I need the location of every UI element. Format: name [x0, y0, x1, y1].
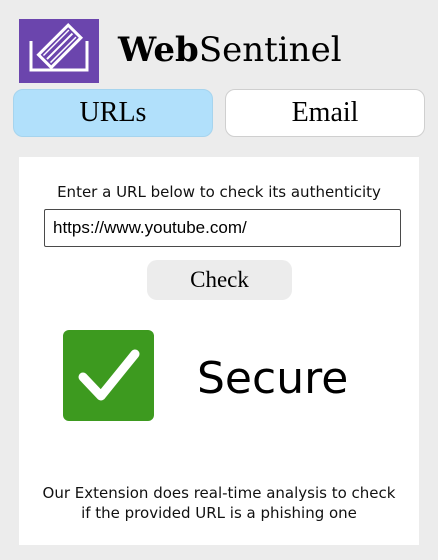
app-logo	[19, 19, 99, 83]
footer-note: Our Extension does real-time analysis to…	[19, 483, 419, 523]
brand-bold: Web	[118, 30, 199, 70]
check-button[interactable]: Check	[147, 260, 292, 300]
footer-line-2: if the provided URL is a phishing one	[81, 504, 357, 522]
url-check-panel: Enter a URL below to check its authentic…	[19, 157, 419, 545]
instruction-text: Enter a URL below to check its authentic…	[57, 183, 381, 201]
url-input[interactable]	[44, 209, 401, 247]
checkmark-icon	[63, 330, 154, 421]
document-pen-icon	[29, 22, 89, 72]
tab-email[interactable]: Email	[225, 89, 425, 137]
footer-line-1: Our Extension does real-time analysis to…	[42, 484, 396, 502]
app-title: WebSentinel	[118, 28, 342, 72]
status-text: Secure	[197, 353, 349, 404]
tab-urls[interactable]: URLs	[13, 89, 213, 137]
brand-rest: Sentinel	[198, 30, 342, 70]
